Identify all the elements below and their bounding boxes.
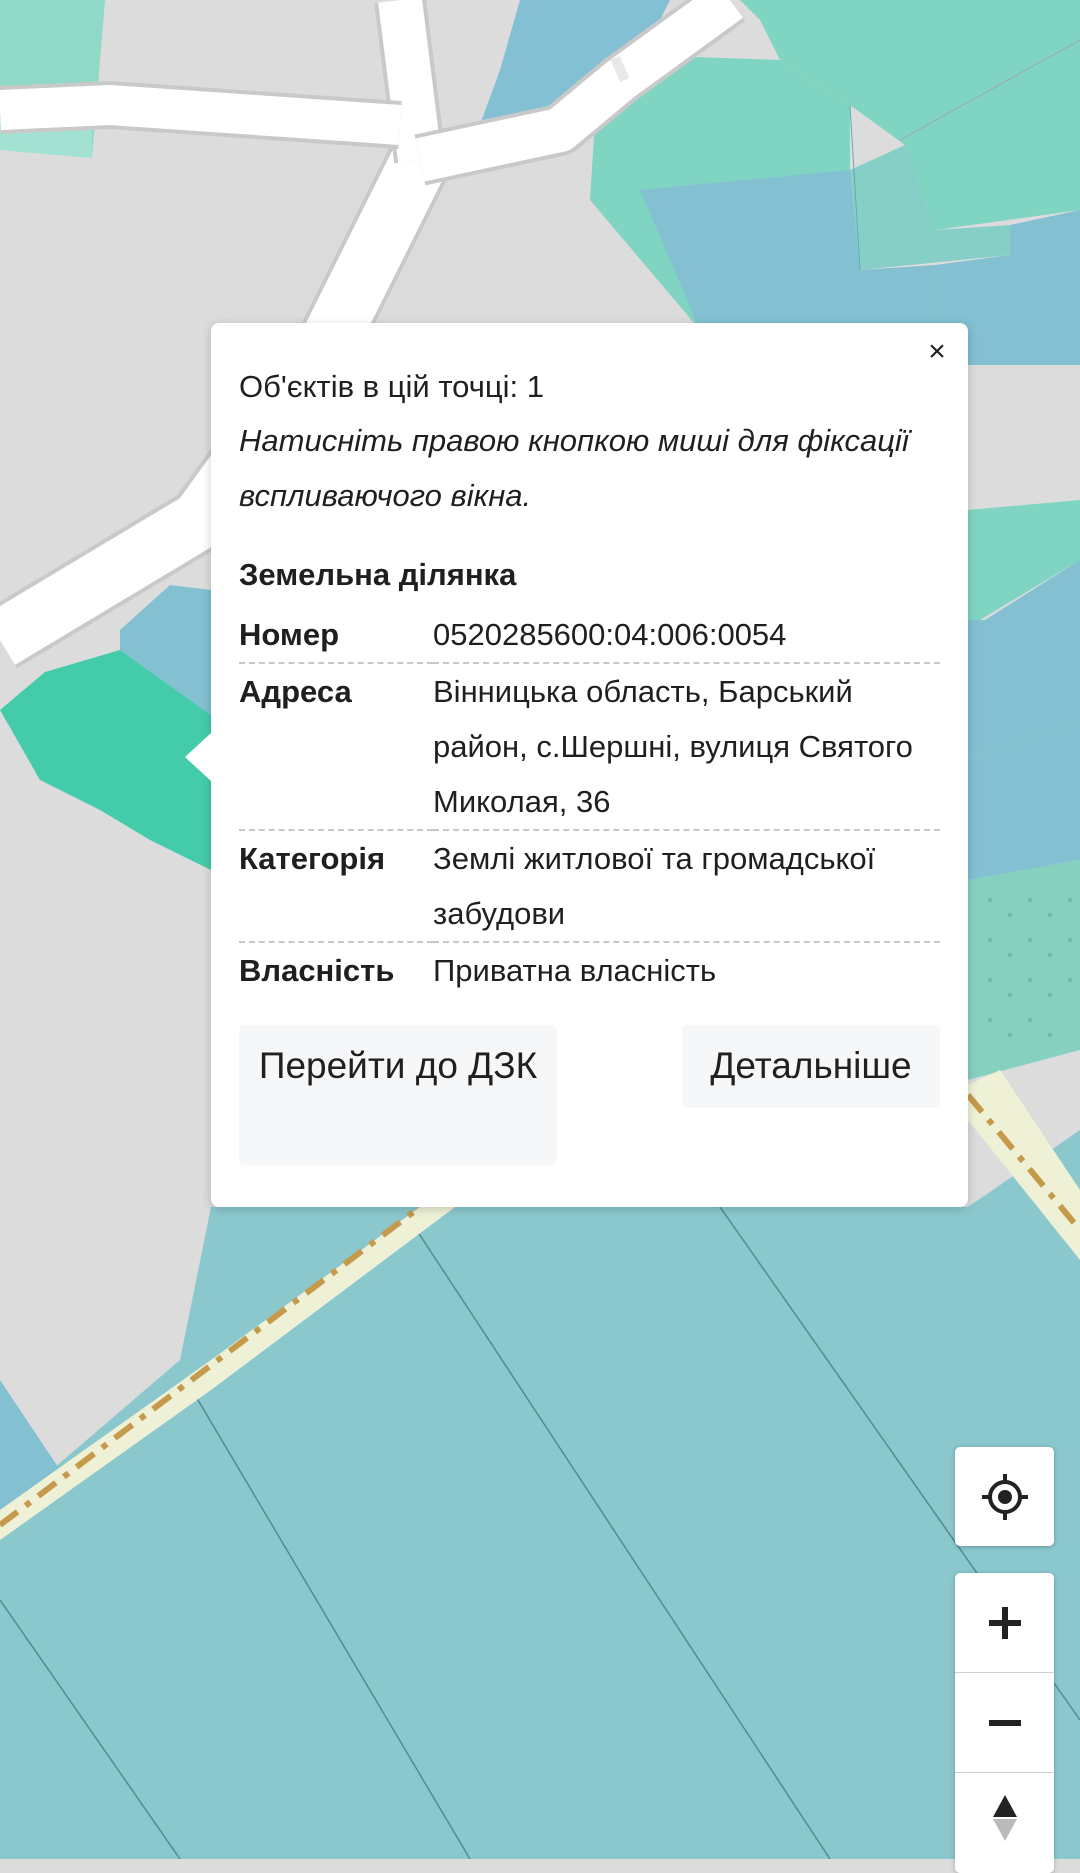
property-row: Адреса Вінницька область, Барський район… xyxy=(239,663,940,831)
property-key: Власність xyxy=(239,953,395,988)
locate-button[interactable] xyxy=(955,1447,1054,1546)
property-value: 0520285600:04:006:0054 xyxy=(433,607,940,664)
locate-control xyxy=(955,1447,1054,1546)
property-value: Вінницька область, Барський район, с.Шер… xyxy=(433,663,940,831)
zoom-out-button[interactable] xyxy=(955,1673,1054,1772)
plus-icon xyxy=(988,1606,1021,1639)
property-row: Власність Приватна власність xyxy=(239,942,940,998)
minus-icon xyxy=(988,1719,1021,1726)
property-value: Землі житлової та громадської забудови xyxy=(433,830,940,943)
parcel-properties-table: Номер 0520285600:04:006:0054 Адреса Вінн… xyxy=(239,607,940,998)
property-row: Номер 0520285600:04:006:0054 xyxy=(239,607,940,664)
zoom-in-button[interactable] xyxy=(955,1573,1054,1672)
popup-pointer xyxy=(185,733,211,781)
property-key: Категорія xyxy=(239,830,433,943)
section-title: Земельна ділянка xyxy=(239,557,517,592)
property-key: Номер xyxy=(239,607,433,664)
compass-button[interactable] xyxy=(955,1773,1054,1872)
parcel-info-popup: × Об'єктів в цій точці: 1 Натисніть прав… xyxy=(185,323,968,1207)
property-value: Приватна власність xyxy=(433,953,717,988)
compass-arrows-icon xyxy=(992,1794,1017,1841)
popup-hint: Натисніть правою кнопкою миші для фіксац… xyxy=(239,423,909,513)
property-row: Категорія Землі житлової та громадської … xyxy=(239,830,940,943)
objects-count: Об'єктів в цій точці: 1 xyxy=(239,369,545,404)
crosshair-locate-icon xyxy=(981,1473,1028,1520)
close-button[interactable]: × xyxy=(922,337,952,367)
go-to-dzk-button[interactable]: Перейти до ДЗК xyxy=(239,1025,557,1165)
details-button[interactable]: Детальніше xyxy=(682,1025,940,1108)
parcel[interactable] xyxy=(968,860,1080,1080)
property-key: Адреса xyxy=(239,663,433,831)
zoom-control xyxy=(955,1573,1054,1873)
